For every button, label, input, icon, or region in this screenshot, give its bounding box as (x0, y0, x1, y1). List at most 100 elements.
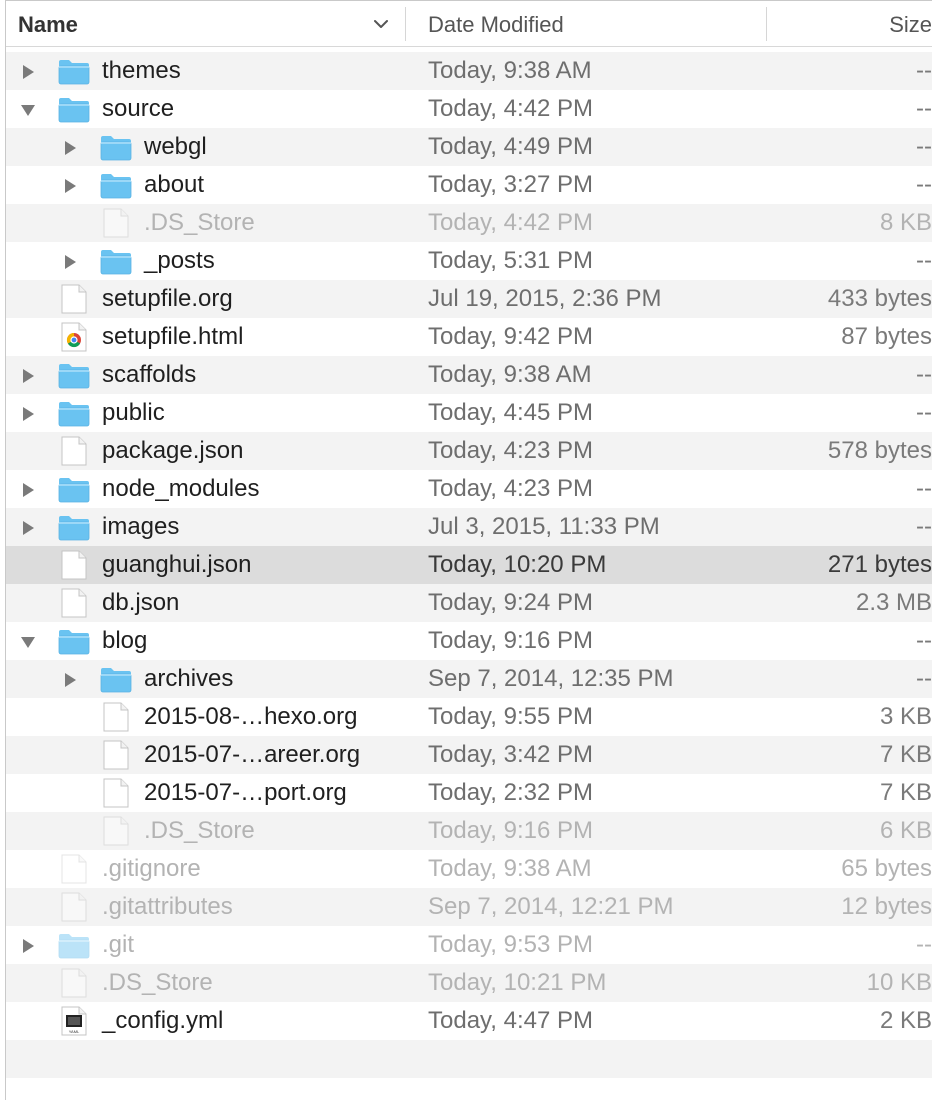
date-modified: Today, 4:49 PM (428, 133, 593, 160)
disclosure-triangle-icon[interactable] (20, 482, 36, 498)
file-name: 2015-07-…port.org (144, 779, 347, 806)
folder-row[interactable]: images Jul 3, 2015, 11:33 PM -- (6, 508, 932, 546)
file-size: 12 bytes (841, 893, 932, 920)
folder-row[interactable]: webgl Today, 4:49 PM -- (6, 128, 932, 166)
folder-icon (100, 668, 132, 693)
file-size: -- (916, 513, 932, 540)
file-size: -- (916, 399, 932, 426)
folder-row[interactable]: _posts Today, 5:31 PM -- (6, 242, 932, 280)
folder-row[interactable]: source Today, 4:42 PM -- (6, 90, 932, 128)
file-size: -- (916, 133, 932, 160)
folder-row[interactable]: blog Today, 9:16 PM -- (6, 622, 932, 660)
file-row[interactable]: .DS_Store Today, 9:16 PM 6 KB (6, 812, 932, 850)
date-modified: Today, 3:27 PM (428, 171, 593, 198)
file-row[interactable]: 2015-08-…hexo.org Today, 9:55 PM 3 KB (6, 698, 932, 736)
file-name: _posts (144, 247, 215, 274)
chevron-down-icon[interactable] (372, 15, 390, 33)
date-modified-column-header[interactable]: Date Modified (428, 12, 564, 38)
folder-icon (58, 516, 90, 541)
date-modified: Today, 9:16 PM (428, 817, 593, 844)
date-modified: Today, 10:20 PM (428, 551, 607, 578)
file-name: webgl (144, 133, 207, 160)
date-modified: Today, 4:42 PM (428, 209, 593, 236)
document-icon (61, 550, 87, 580)
date-modified: Jul 19, 2015, 2:36 PM (428, 285, 662, 312)
document-icon (61, 284, 87, 314)
disclosure-triangle-icon[interactable] (20, 520, 36, 536)
file-row[interactable]: guanghui.json Today, 10:20 PM 271 bytes (6, 546, 932, 584)
disclosure-triangle-icon[interactable] (62, 140, 78, 156)
folder-icon (58, 630, 90, 655)
disclosure-triangle-icon[interactable] (20, 368, 36, 384)
file-size: 3 KB (879, 703, 932, 730)
file-name: guanghui.json (102, 551, 252, 578)
disclosure-triangle-icon[interactable] (20, 634, 36, 650)
file-row[interactable]: .DS_Store Today, 10:21 PM 10 KB (6, 964, 932, 1002)
folder-row[interactable]: archives Sep 7, 2014, 12:35 PM -- (6, 660, 932, 698)
file-size: 433 bytes (827, 285, 932, 312)
file-list: themes Today, 9:38 AM -- source Today, 4:42 … (6, 52, 932, 1116)
file-name: .git (102, 931, 135, 958)
file-row[interactable]: .gitignore Today, 9:38 AM 65 bytes (6, 850, 932, 888)
date-modified: Today, 4:45 PM (428, 399, 593, 426)
file-size: -- (916, 171, 932, 198)
date-modified: Today, 9:53 PM (428, 931, 593, 958)
file-row[interactable]: package.json Today, 4:23 PM 578 bytes (6, 432, 932, 470)
date-modified: Today, 4:42 PM (428, 95, 593, 122)
date-modified: Today, 10:21 PM (428, 969, 607, 996)
file-name: themes (102, 57, 181, 84)
file-size: -- (916, 57, 932, 84)
file-name: 2015-08-…hexo.org (144, 703, 358, 730)
disclosure-triangle-icon[interactable] (62, 178, 78, 194)
column-resize-handle[interactable] (405, 7, 406, 41)
disclosure-triangle-icon[interactable] (20, 938, 36, 954)
document-icon (61, 436, 87, 466)
document-icon (103, 208, 129, 238)
folder-row[interactable]: node_modules Today, 4:23 PM -- (6, 470, 932, 508)
date-modified: Today, 3:42 PM (428, 741, 593, 768)
file-name: .DS_Store (102, 969, 213, 996)
file-size: 578 bytes (827, 437, 932, 464)
size-column-header[interactable]: Size (889, 12, 932, 38)
disclosure-triangle-icon[interactable] (62, 254, 78, 270)
file-name: setupfile.org (102, 285, 233, 312)
document-icon (103, 816, 129, 846)
file-row[interactable]: .gitattributes Sep 7, 2014, 12:21 PM 12 by… (6, 888, 932, 926)
file-row[interactable]: 2015-07-…areer.org Today, 3:42 PM 7 KB (6, 736, 932, 774)
folder-row[interactable]: .git Today, 9:53 PM -- (6, 926, 932, 964)
file-row[interactable]: .DS_Store Today, 4:42 PM 8 KB (6, 204, 932, 242)
file-row[interactable]: 2015-07-…port.org Today, 2:32 PM 7 KB (6, 774, 932, 812)
column-resize-handle[interactable] (766, 7, 767, 41)
file-row[interactable]: YAML _config.yml Today, 4:47 PM 2 KB (6, 1002, 932, 1040)
folder-row[interactable]: scaffolds Today, 9:38 AM -- (6, 356, 932, 394)
empty-row (6, 1078, 932, 1116)
file-name: db.json (102, 589, 180, 616)
chrome-file-icon (61, 322, 87, 352)
document-icon (61, 968, 87, 998)
disclosure-triangle-icon[interactable] (20, 64, 36, 80)
folder-row[interactable]: themes Today, 9:38 AM -- (6, 52, 932, 90)
disclosure-triangle-icon[interactable] (20, 406, 36, 422)
file-row[interactable]: db.json Today, 9:24 PM 2.3 MB (6, 584, 932, 622)
file-name: .gitattributes (102, 893, 233, 920)
file-size: 10 KB (866, 969, 932, 996)
date-modified: Today, 9:38 AM (428, 361, 592, 388)
file-name: scaffolds (102, 361, 197, 388)
file-size: -- (916, 665, 932, 692)
file-name: public (102, 399, 165, 426)
folder-row[interactable]: about Today, 3:27 PM -- (6, 166, 932, 204)
file-row[interactable]: setupfile.org Jul 19, 2015, 2:36 PM 433 by… (6, 280, 932, 318)
name-column-header[interactable]: Name (18, 12, 78, 38)
folder-row[interactable]: public Today, 4:45 PM -- (6, 394, 932, 432)
file-size: -- (916, 931, 932, 958)
document-icon (103, 702, 129, 732)
folder-icon (58, 60, 90, 85)
yaml-file-icon: YAML (61, 1006, 87, 1036)
disclosure-triangle-icon[interactable] (62, 672, 78, 688)
date-modified: Today, 4:23 PM (428, 475, 593, 502)
date-modified: Today, 9:38 AM (428, 855, 592, 882)
file-row[interactable]: setupfile.html Today, 9:42 PM 87 bytes (6, 318, 932, 356)
file-name: .gitignore (102, 855, 201, 882)
column-header-bar: Name Date Modified Size (6, 1, 932, 47)
disclosure-triangle-icon[interactable] (20, 102, 36, 118)
